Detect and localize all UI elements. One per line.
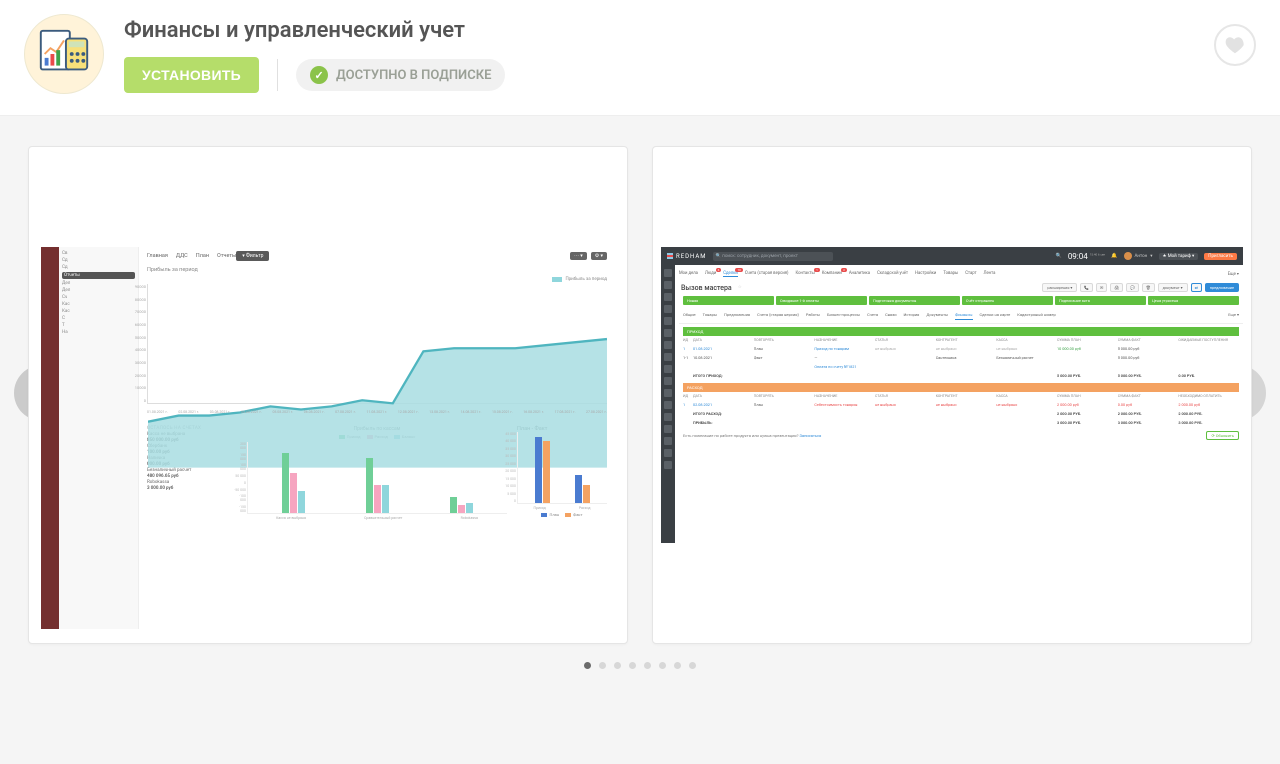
install-button[interactable]: УСТАНОВИТЬ [124,57,259,93]
s2-footer: Есть пожелание по работе продукта или ну… [679,427,1243,444]
carousel-dot[interactable] [689,662,696,669]
s2-main-menu: Мои дела Люди6 Сделки10 Счета (старая ве… [679,269,1243,281]
carousel-dot[interactable] [629,662,636,669]
s1-sidebar: СвСдСд Отчеты ДелДелСчКасКасСТНа [59,247,139,629]
s1-chart-legend: Прибыль за период [147,277,607,282]
carousel-dot[interactable] [599,662,606,669]
s2-sidebar [661,265,675,543]
s1-rail [41,247,59,629]
app-icon [24,14,104,94]
screenshot-2[interactable]: REDHAM 🔍 поиск: сотрудник, документ, про… [652,146,1252,644]
favorite-button[interactable] [1214,24,1256,66]
screenshot-1[interactable]: СвСдСд Отчеты ДелДелСчКасКасСТНа Главная… [28,146,628,644]
subscription-label: ДОСТУПНО В ПОДПИСКЕ [336,68,491,83]
s2-invite-button: Пригласить [1204,253,1237,260]
carousel-dot[interactable] [644,662,651,669]
s1-view-controls: ⋯ ▾⚙ ▾ [570,252,607,260]
s2-income-section: ПРИХОД ИДДАТАПОВТОРЯТЬНАЗНАЧЕНИЕСТАТЬЯКО… [679,327,1243,380]
s1-chart-title: Прибыль за период [147,267,607,273]
app-header: Финансы и управленческий учет УСТАНОВИТЬ… [0,0,1280,116]
s2-deal-header: Вызов мастера☆ расширения ▾ 📞✉🖨💬🗑 докуме… [679,281,1243,296]
carousel-dot[interactable] [614,662,621,669]
s2-topbar: REDHAM 🔍 поиск: сотрудник, документ, про… [661,247,1243,265]
s1-chart-xlabels: 01.08.2021 г.02.08.2021 г.03.08.2021 г.0… [147,410,607,414]
redham-logo: REDHAM [667,253,707,260]
s2-stages: Новая Ожидание 1-й оплаты Подготовка док… [679,296,1243,305]
s2-expense-section: РАСХОД ИДДАТАПОВТОРЯТЬНАЗНАЧЕНИЕСТАТЬЯКО… [679,383,1243,427]
screenshot-carousel: СвСдСд Отчеты ДелДелСчКасКасСТНа Главная… [0,116,1280,669]
subscription-badge: ✓ ДОСТУПНО В ПОДПИСКЕ [296,59,505,91]
carousel-dot[interactable] [659,662,666,669]
divider [277,59,278,91]
s2-clock: 09:04 15:40 6 сен [1068,252,1105,261]
carousel-dot[interactable] [674,662,681,669]
s2-refresh-button: ⟳ Обновить [1206,431,1239,440]
check-icon: ✓ [310,66,328,84]
s1-breadcrumb: Главная ДДС План Отчеты [147,253,236,259]
s1-plan-fact: План - Факт 45 00040 00035 00030 00025 0… [517,426,607,520]
s1-area-chart: 9000080000700006000050000400003000020000… [147,284,607,404]
s2-user-menu: Антон▾ [1124,252,1153,260]
carousel-dots[interactable] [28,662,1252,669]
s2-tariff-button: ★ Мой тариф ▾ [1159,253,1199,260]
s1-filter-button: ▾ Фильтр [236,251,269,261]
app-title: Финансы и управленческий учет [124,18,1214,43]
carousel-dot[interactable] [584,662,591,669]
s2-subtabs: ОбщиеТоварыПредложенияСчета (старая верс… [679,309,1243,324]
s2-search-input: 🔍 поиск: сотрудник, документ, проект [713,252,833,261]
